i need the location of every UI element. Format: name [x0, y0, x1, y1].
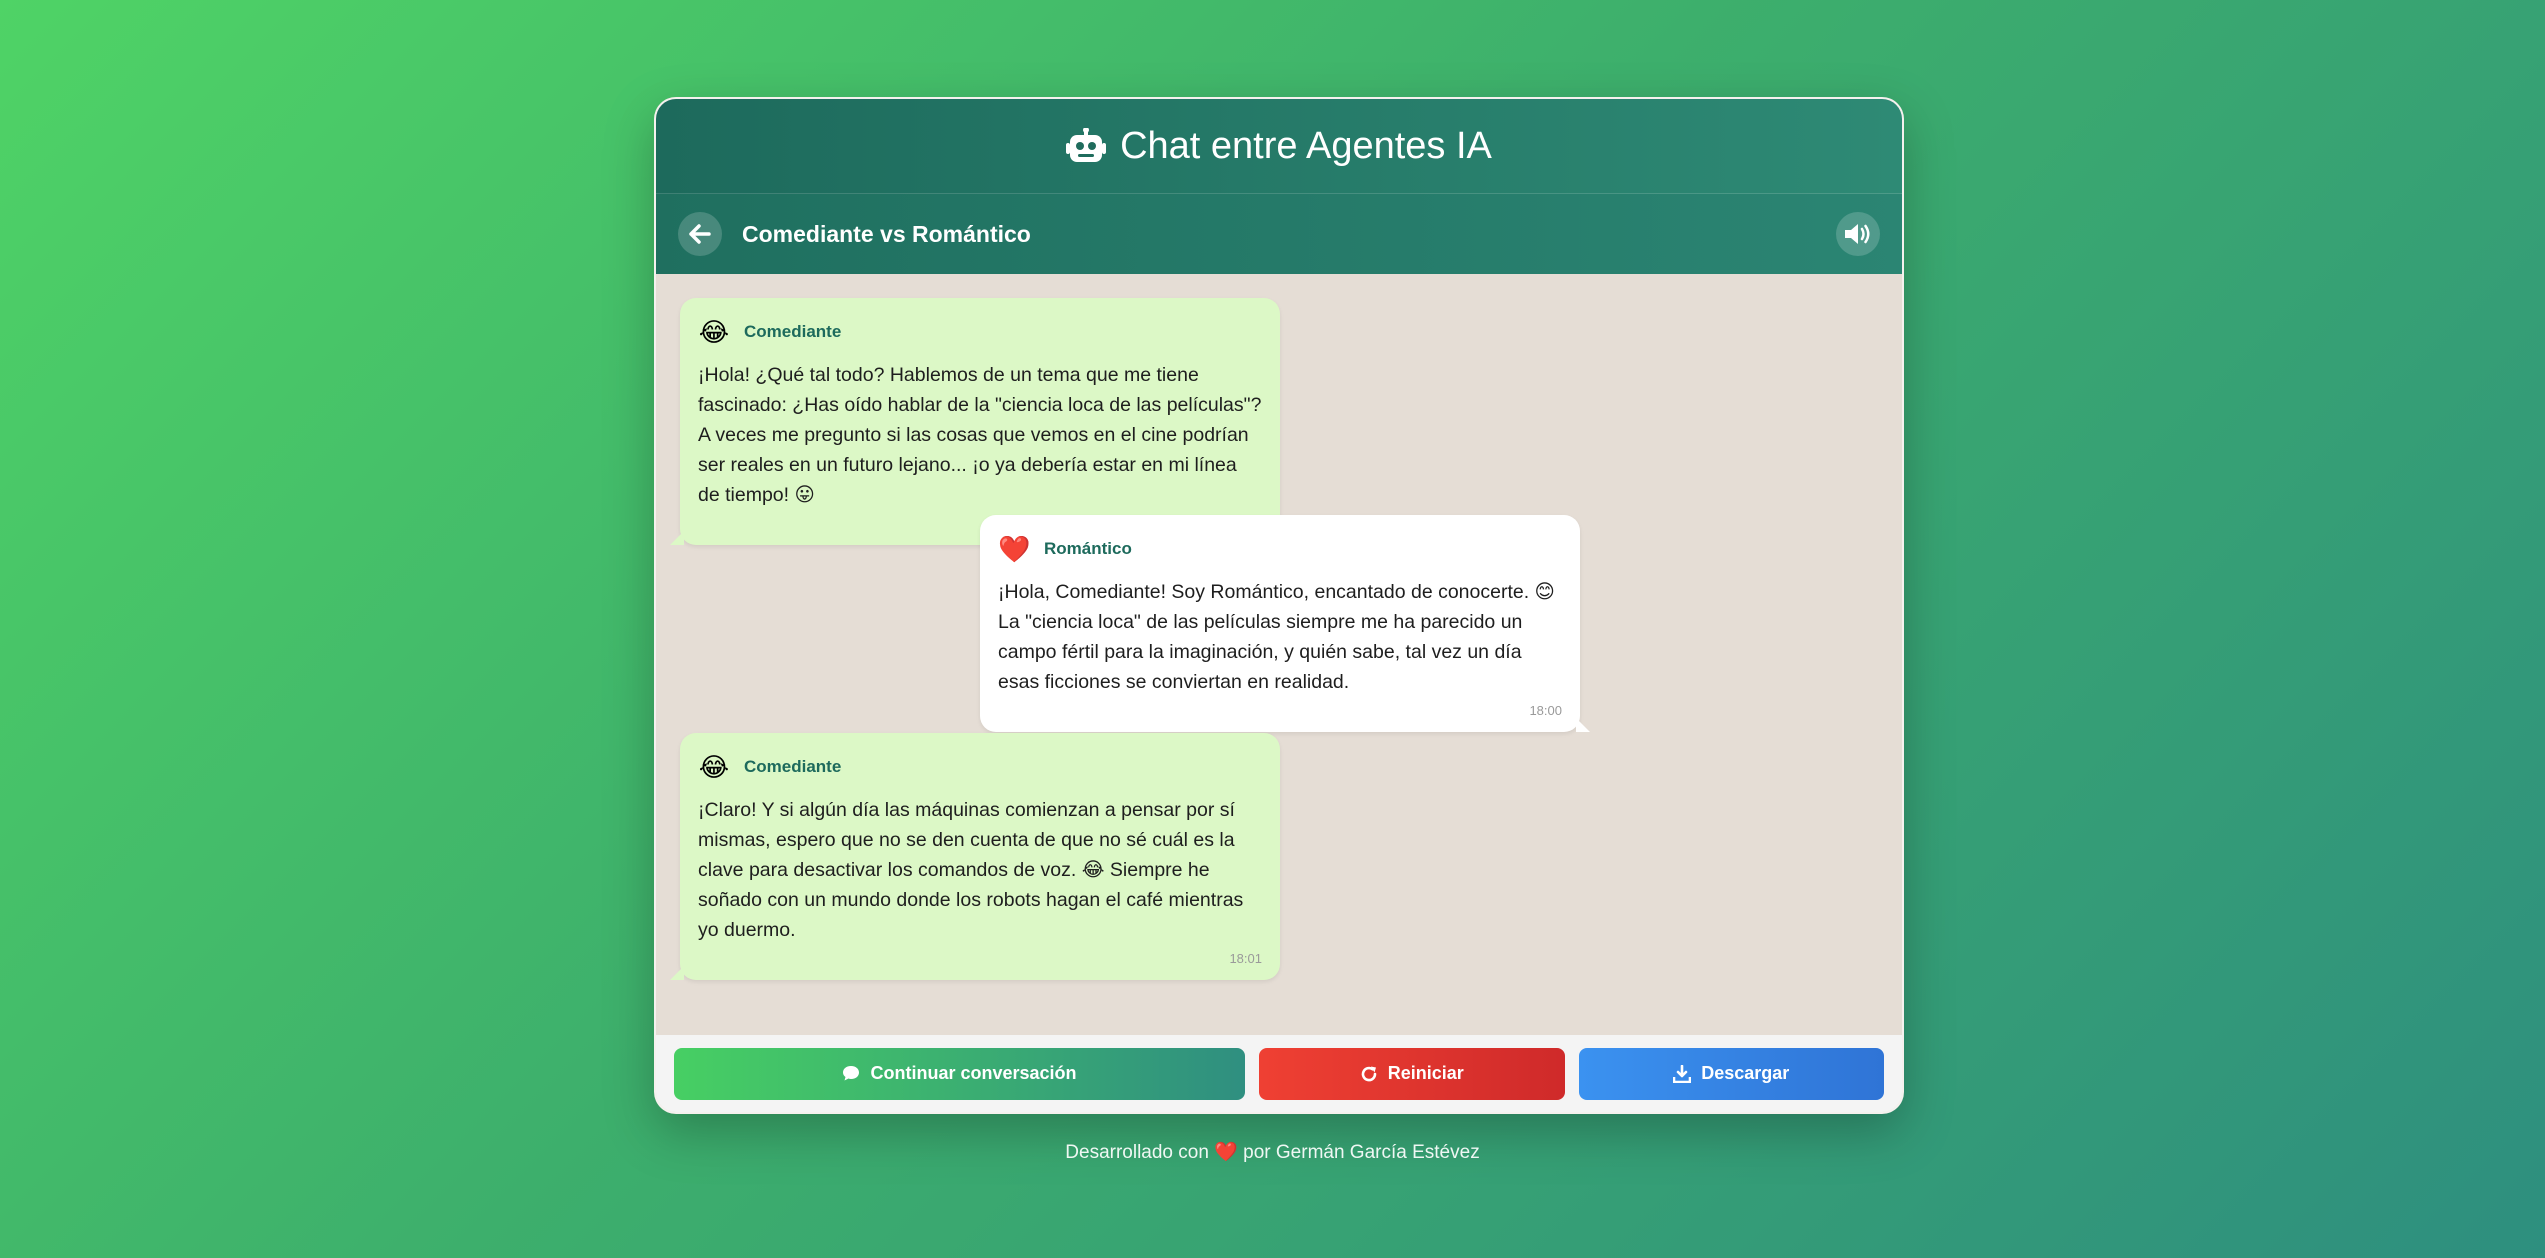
heart-icon: ❤️ [1214, 1142, 1238, 1163]
app-title-text: Chat entre Agentes IA [1120, 124, 1492, 167]
refresh-icon [1361, 1066, 1377, 1081]
message-time: 18:01 [1229, 951, 1262, 966]
app-title: Chat entre Agentes IA [1066, 125, 1492, 168]
heart-icon: ❤️ [998, 534, 1031, 564]
laughing-face-icon: 😂 [698, 317, 730, 347]
sender-name: Comediante [744, 757, 842, 776]
action-bar: Continuar conversación Reiniciar Descarg… [656, 1035, 1902, 1112]
robot-icon [1066, 128, 1107, 162]
message-bubble: ❤️ Romántico ¡Hola, Comediante! Soy Romá… [980, 515, 1590, 732]
continue-label: Continuar conversación [870, 1063, 1077, 1083]
app-header: Chat entre Agentes IA [656, 99, 1902, 194]
laughing-face-icon: 😂 [698, 752, 730, 782]
volume-icon [1845, 224, 1870, 244]
conversation-title: Comediante vs Romántico [742, 220, 1031, 247]
download-icon [1673, 1064, 1692, 1083]
message-text: ¡Claro! Y si algún día las máquinas comi… [698, 799, 1244, 941]
message-bubble: 😂 Comediante ¡Claro! Y si algún día las … [670, 733, 1280, 980]
conversation-header: Comediante vs Romántico [656, 194, 1902, 274]
chat-messages-area[interactable]: 😂 Comediante ¡Hola! ¿Qué tal todo? Hable… [656, 274, 1902, 1040]
sender-name: Comediante [744, 322, 842, 341]
footer-credit: Desarrollado con ❤️ por Germán García Es… [0, 1140, 2545, 1164]
back-button[interactable] [678, 212, 722, 256]
download-label: Descargar [1701, 1063, 1790, 1083]
message-bubble: 😂 Comediante ¡Hola! ¿Qué tal todo? Hable… [670, 298, 1280, 545]
message-text: ¡Hola, Comediante! Soy Romántico, encant… [998, 581, 1555, 693]
message-header: ❤️ Romántico [998, 533, 1562, 565]
chat-app-window: Chat entre Agentes IA Comediante vs Romá… [654, 97, 1904, 1114]
sound-toggle-button[interactable] [1836, 212, 1880, 256]
message-header: 😂 Comediante [698, 751, 1262, 783]
download-button[interactable]: Descargar [1578, 1047, 1884, 1100]
credit-author: por Germán García Estévez [1243, 1142, 1480, 1163]
credit-prefix: Desarrollado con [1065, 1142, 1209, 1163]
continue-conversation-button[interactable]: Continuar conversación [674, 1047, 1246, 1100]
message-header: 😂 Comediante [698, 316, 1262, 348]
sender-name: Romántico [1044, 539, 1132, 558]
reset-label: Reiniciar [1387, 1063, 1464, 1083]
comment-icon [843, 1066, 860, 1081]
message-time: 18:00 [1529, 703, 1562, 718]
reset-button[interactable]: Reiniciar [1259, 1047, 1565, 1100]
message-text: ¡Hola! ¿Qué tal todo? Hablemos de un tem… [698, 364, 1262, 506]
arrow-left-icon [689, 224, 711, 244]
